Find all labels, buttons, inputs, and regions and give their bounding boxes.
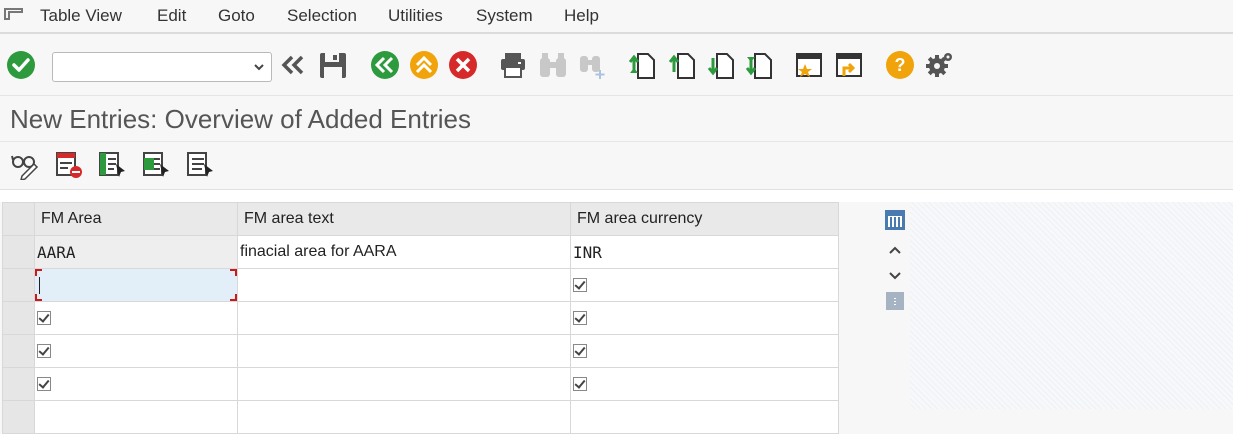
previous-page-icon[interactable]	[668, 50, 698, 80]
fm-area-text-input[interactable]	[237, 367, 571, 401]
scrollbar-thumb[interactable]	[885, 292, 905, 312]
first-page-icon[interactable]	[628, 50, 658, 80]
find-next-icon[interactable]	[578, 50, 608, 80]
text-cursor	[39, 277, 40, 294]
table-header: FM Area FM area text FM area currency	[2, 202, 839, 236]
fm-area-cell: AARA	[34, 235, 238, 269]
checkbox-icon[interactable]	[37, 343, 51, 358]
back-green-icon[interactable]	[370, 50, 400, 80]
fm-area-currency-input[interactable]	[570, 400, 839, 434]
fm-area-input[interactable]	[34, 268, 238, 302]
scroll-down-icon[interactable]	[885, 266, 905, 286]
table-row	[2, 268, 839, 302]
checkbox-icon[interactable]	[37, 310, 51, 325]
row-selector[interactable]	[2, 301, 35, 335]
menu-selection[interactable]: Selection	[287, 6, 357, 26]
table-row	[2, 400, 839, 434]
display-change-icon[interactable]	[10, 150, 40, 182]
command-input[interactable]	[53, 53, 243, 81]
fm-area-currency-input[interactable]	[570, 334, 839, 368]
print-icon[interactable]	[498, 50, 528, 80]
shortcut-icon[interactable]	[834, 50, 864, 80]
fm-area-text-input[interactable]	[237, 334, 571, 368]
last-page-icon[interactable]	[745, 50, 775, 80]
menu-system[interactable]: System	[476, 6, 533, 26]
enter-icon[interactable]	[6, 50, 36, 80]
table-row	[2, 334, 839, 368]
column-header-fm-area[interactable]: FM Area	[34, 202, 238, 236]
fm-area-currency-input[interactable]	[570, 367, 839, 401]
back-icon[interactable]	[278, 50, 308, 80]
table-row: AARA finacial area for AARA INR	[2, 235, 839, 269]
standard-toolbar: ?	[0, 36, 1233, 96]
column-settings-icon[interactable]	[885, 210, 905, 230]
column-header-fm-area-text[interactable]: FM area text	[237, 202, 571, 236]
exit-icon[interactable]	[409, 50, 439, 80]
scroll-up-icon[interactable]	[885, 240, 905, 260]
help-icon[interactable]: ?	[885, 50, 915, 80]
page-title: New Entries: Overview of Added Entries	[10, 104, 471, 134]
column-header-fm-area-currency[interactable]: FM area currency	[570, 202, 839, 236]
find-icon[interactable]	[538, 50, 568, 80]
fm-area-currency-cell[interactable]: INR	[570, 235, 839, 269]
menu-help[interactable]: Help	[564, 6, 599, 26]
menu-bar: Table View Edit Goto Selection Utilities…	[0, 0, 1233, 34]
cancel-icon[interactable]	[448, 50, 478, 80]
row-selector[interactable]	[2, 400, 35, 434]
chevron-down-icon[interactable]	[253, 60, 265, 78]
table-control-area: FM Area FM area text FM area currency AA…	[0, 202, 910, 434]
save-icon[interactable]	[318, 50, 348, 80]
fm-area-text-cell[interactable]: finacial area for AARA	[237, 235, 571, 269]
fm-area-input[interactable]	[34, 367, 238, 401]
checkbox-icon[interactable]	[573, 376, 587, 391]
select-all-column[interactable]	[2, 202, 35, 236]
table-row	[2, 367, 839, 401]
row-selector[interactable]	[2, 235, 35, 269]
command-field[interactable]	[52, 52, 272, 82]
fm-area-text-input[interactable]	[237, 301, 571, 335]
system-menu-icon[interactable]	[4, 6, 24, 22]
table-row	[2, 301, 839, 335]
menu-edit[interactable]: Edit	[157, 6, 186, 26]
table-side-controls	[880, 202, 910, 409]
checkbox-icon[interactable]	[37, 376, 51, 391]
content-area: FM Area FM area text FM area currency AA…	[0, 190, 1233, 434]
row-selector[interactable]	[2, 268, 35, 302]
menu-goto[interactable]: Goto	[218, 6, 255, 26]
title-bar: New Entries: Overview of Added Entries	[0, 96, 1233, 142]
menu-table-view[interactable]: Table View	[40, 6, 122, 26]
menu-utilities[interactable]: Utilities	[388, 6, 443, 26]
checkbox-icon[interactable]	[573, 310, 587, 325]
create-session-icon[interactable]	[794, 50, 824, 80]
select-all-icon[interactable]	[98, 150, 128, 180]
fm-area-table: FM Area FM area text FM area currency AA…	[2, 202, 839, 434]
row-selector[interactable]	[2, 367, 35, 401]
row-selector[interactable]	[2, 334, 35, 368]
select-block-icon[interactable]	[142, 150, 172, 180]
fm-area-input[interactable]	[34, 334, 238, 368]
fm-area-currency-input[interactable]	[570, 268, 839, 302]
next-page-icon[interactable]	[707, 50, 737, 80]
deselect-all-icon[interactable]	[186, 150, 216, 180]
application-toolbar	[0, 142, 1233, 190]
settings-icon[interactable]	[924, 50, 954, 80]
empty-area	[910, 202, 1233, 409]
fm-area-currency-input[interactable]	[570, 301, 839, 335]
checkbox-icon[interactable]	[573, 277, 587, 292]
fm-area-text-input[interactable]	[237, 268, 571, 302]
checkbox-icon[interactable]	[573, 343, 587, 358]
fm-area-input[interactable]	[34, 301, 238, 335]
fm-area-text-input[interactable]	[237, 400, 571, 434]
svg-text:?: ?	[895, 55, 906, 75]
delete-icon[interactable]	[55, 150, 85, 180]
fm-area-input[interactable]	[34, 400, 238, 434]
